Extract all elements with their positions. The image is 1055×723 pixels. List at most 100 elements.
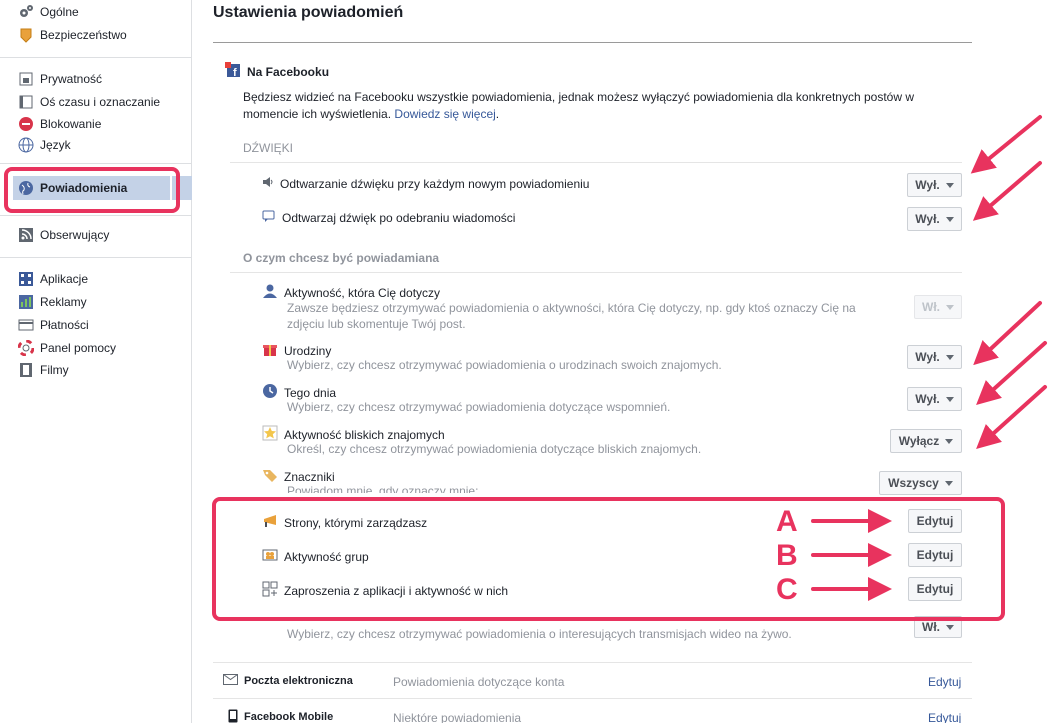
caret-down-icon [945,396,954,402]
sidebar-divider [0,57,192,58]
row-description: Wybierz, czy chcesz otrzymywać powiadomi… [287,358,722,372]
rss-icon [18,227,34,243]
sidebar-item-security[interactable]: Bezpieczeństwo [18,25,127,45]
dropdown-value: Wł. [922,620,940,634]
sidebar-item-payments[interactable]: Płatności [18,315,89,335]
dropdown-value: Wył. [915,350,940,364]
sidebar-item-label: Płatności [40,318,89,332]
clock-icon [262,383,278,402]
email-edit-link[interactable]: Edytuj [928,675,961,689]
dropdown-value: Wył. [915,178,940,192]
sound-row-label: Odtwarzanie dźwięku przy każdym nowym po… [280,176,590,191]
intro-body: Będziesz widzieć na Facebooku wszystkie … [243,90,914,121]
notify-about-header: O czym chcesz być powiadamiana [243,251,440,265]
title-divider [213,42,972,43]
sidebar-item-help[interactable]: Panel pomocy [18,338,116,358]
live-video-description: Wybierz, czy chcesz otrzymywać powiadomi… [287,627,792,641]
sidebar-item-label: Reklamy [40,295,87,309]
timeline-icon [18,94,34,110]
marker-letter: C [776,573,798,606]
row-label: Urodziny [284,343,332,358]
intro-text: Będziesz widzieć na Facebooku wszystkie … [243,89,963,123]
sidebar-item-label: Aplikacje [40,272,89,286]
divider [230,272,962,273]
memories-dropdown[interactable]: Wył. [907,387,962,411]
row-label: Aktywność bliskich znajomych [284,427,445,442]
sidebar-divider [0,163,192,164]
sidebar-item-ads[interactable]: Reklamy [18,292,87,312]
sidebar-item-timeline[interactable]: Oś czasu i oznaczanie [18,92,160,112]
gift-icon [262,341,278,360]
dropdown-value: Wł. [922,300,940,314]
sidebar-item-followers[interactable]: Obserwujący [18,225,109,245]
birthdays-dropdown[interactable]: Wył. [907,345,962,369]
block-icon [18,116,34,132]
sidebar-item-privacy[interactable]: Prywatność [18,69,102,89]
dropdown-value: Wyłącz [898,434,940,448]
settings-sidebar: Ogólne Bezpieczeństwo Prywatność Oś czas… [0,0,192,723]
arrow-memories [976,341,1047,406]
sound-row-notification: Odtwarzanie dźwięku przy każdym nowym po… [262,176,589,191]
sound-message-dropdown[interactable]: Wył. [907,207,962,231]
highlight-box-edit-rows [212,497,1005,621]
row-label: Aktywność, która Cię dotyczy [284,285,441,300]
sidebar-item-language[interactable]: Język [18,135,71,155]
phone-icon [228,709,238,723]
sidebar-divider [0,215,192,216]
arrow-sound-message [972,161,1042,221]
badge-icon [18,27,34,43]
sidebar-item-label: Bezpieczeństwo [40,28,127,42]
section-title: Na Facebooku [247,64,330,79]
intro-period: . [495,107,500,121]
caret-down-icon [945,182,954,188]
sidebar-item-label: Blokowanie [40,117,102,131]
row-label: Tego dnia [284,385,337,400]
divider [230,162,962,163]
marker-letter: B [776,539,798,572]
dropdown-value: Wył. [915,212,940,226]
sidebar-item-blocking[interactable]: Blokowanie [18,114,101,134]
sound-notification-dropdown[interactable]: Wył. [907,173,962,197]
caret-down-icon [946,304,954,310]
globe-icon [18,137,34,153]
tags-dropdown[interactable]: Wszyscy [879,471,962,495]
facebook-notification-icon: f [225,62,241,81]
activity-dropdown-disabled: Wł. [914,295,962,319]
sidebar-item-general[interactable]: Ogólne [18,2,79,22]
highlight-box-notifications [4,167,180,213]
email-description: Powiadomienia dotyczące konta [393,675,565,689]
page-title: Ustawienia powiadomień [213,4,404,21]
arrow-birthdays [973,301,1042,366]
sidebar-item-label: Panel pomocy [40,341,117,355]
apps-icon [18,271,34,287]
sidebar-item-apps[interactable]: Aplikacje [18,269,88,289]
mobile-edit-link[interactable]: Edytuj [928,711,961,723]
caret-down-icon [946,624,954,630]
svg-text:f: f [233,67,237,78]
speaker-icon [262,176,274,191]
row-description: Określ, czy chcesz otrzymywać powiadomie… [287,442,702,456]
sound-row-label: Odtwarzaj dźwięk po odebraniu wiadomości [282,210,516,225]
chat-bubble-icon [262,210,276,225]
caret-down-icon [945,216,954,222]
sidebar-item-label: Język [40,138,71,152]
row-description: Zawsze będziesz otrzymywać powiadomienia… [287,301,856,331]
mobile-label: Facebook Mobile [244,711,334,723]
section-header-facebook: f Na Facebooku [225,62,329,81]
star-icon [262,425,278,444]
marker-letter: A [776,505,798,538]
mobile-description: Niektóre powiadomienia [393,711,522,723]
sidebar-item-videos[interactable]: Filmy [18,360,69,380]
arrow-close-friends [976,385,1047,450]
lock-icon [18,71,34,87]
dropdown-value: Wszyscy [888,476,939,490]
close-friends-dropdown[interactable]: Wyłącz [890,429,962,453]
person-icon [262,283,278,302]
caret-down-icon [944,480,953,486]
row-description: Wybierz, czy chcesz otrzymywać powiadomi… [287,400,671,414]
email-label: Poczta elektroniczna [244,675,353,687]
tag-icon [262,467,278,486]
learn-more-link[interactable]: Dowiedz się więcej [394,107,495,121]
caret-down-icon [945,354,954,360]
envelope-icon [223,674,238,688]
